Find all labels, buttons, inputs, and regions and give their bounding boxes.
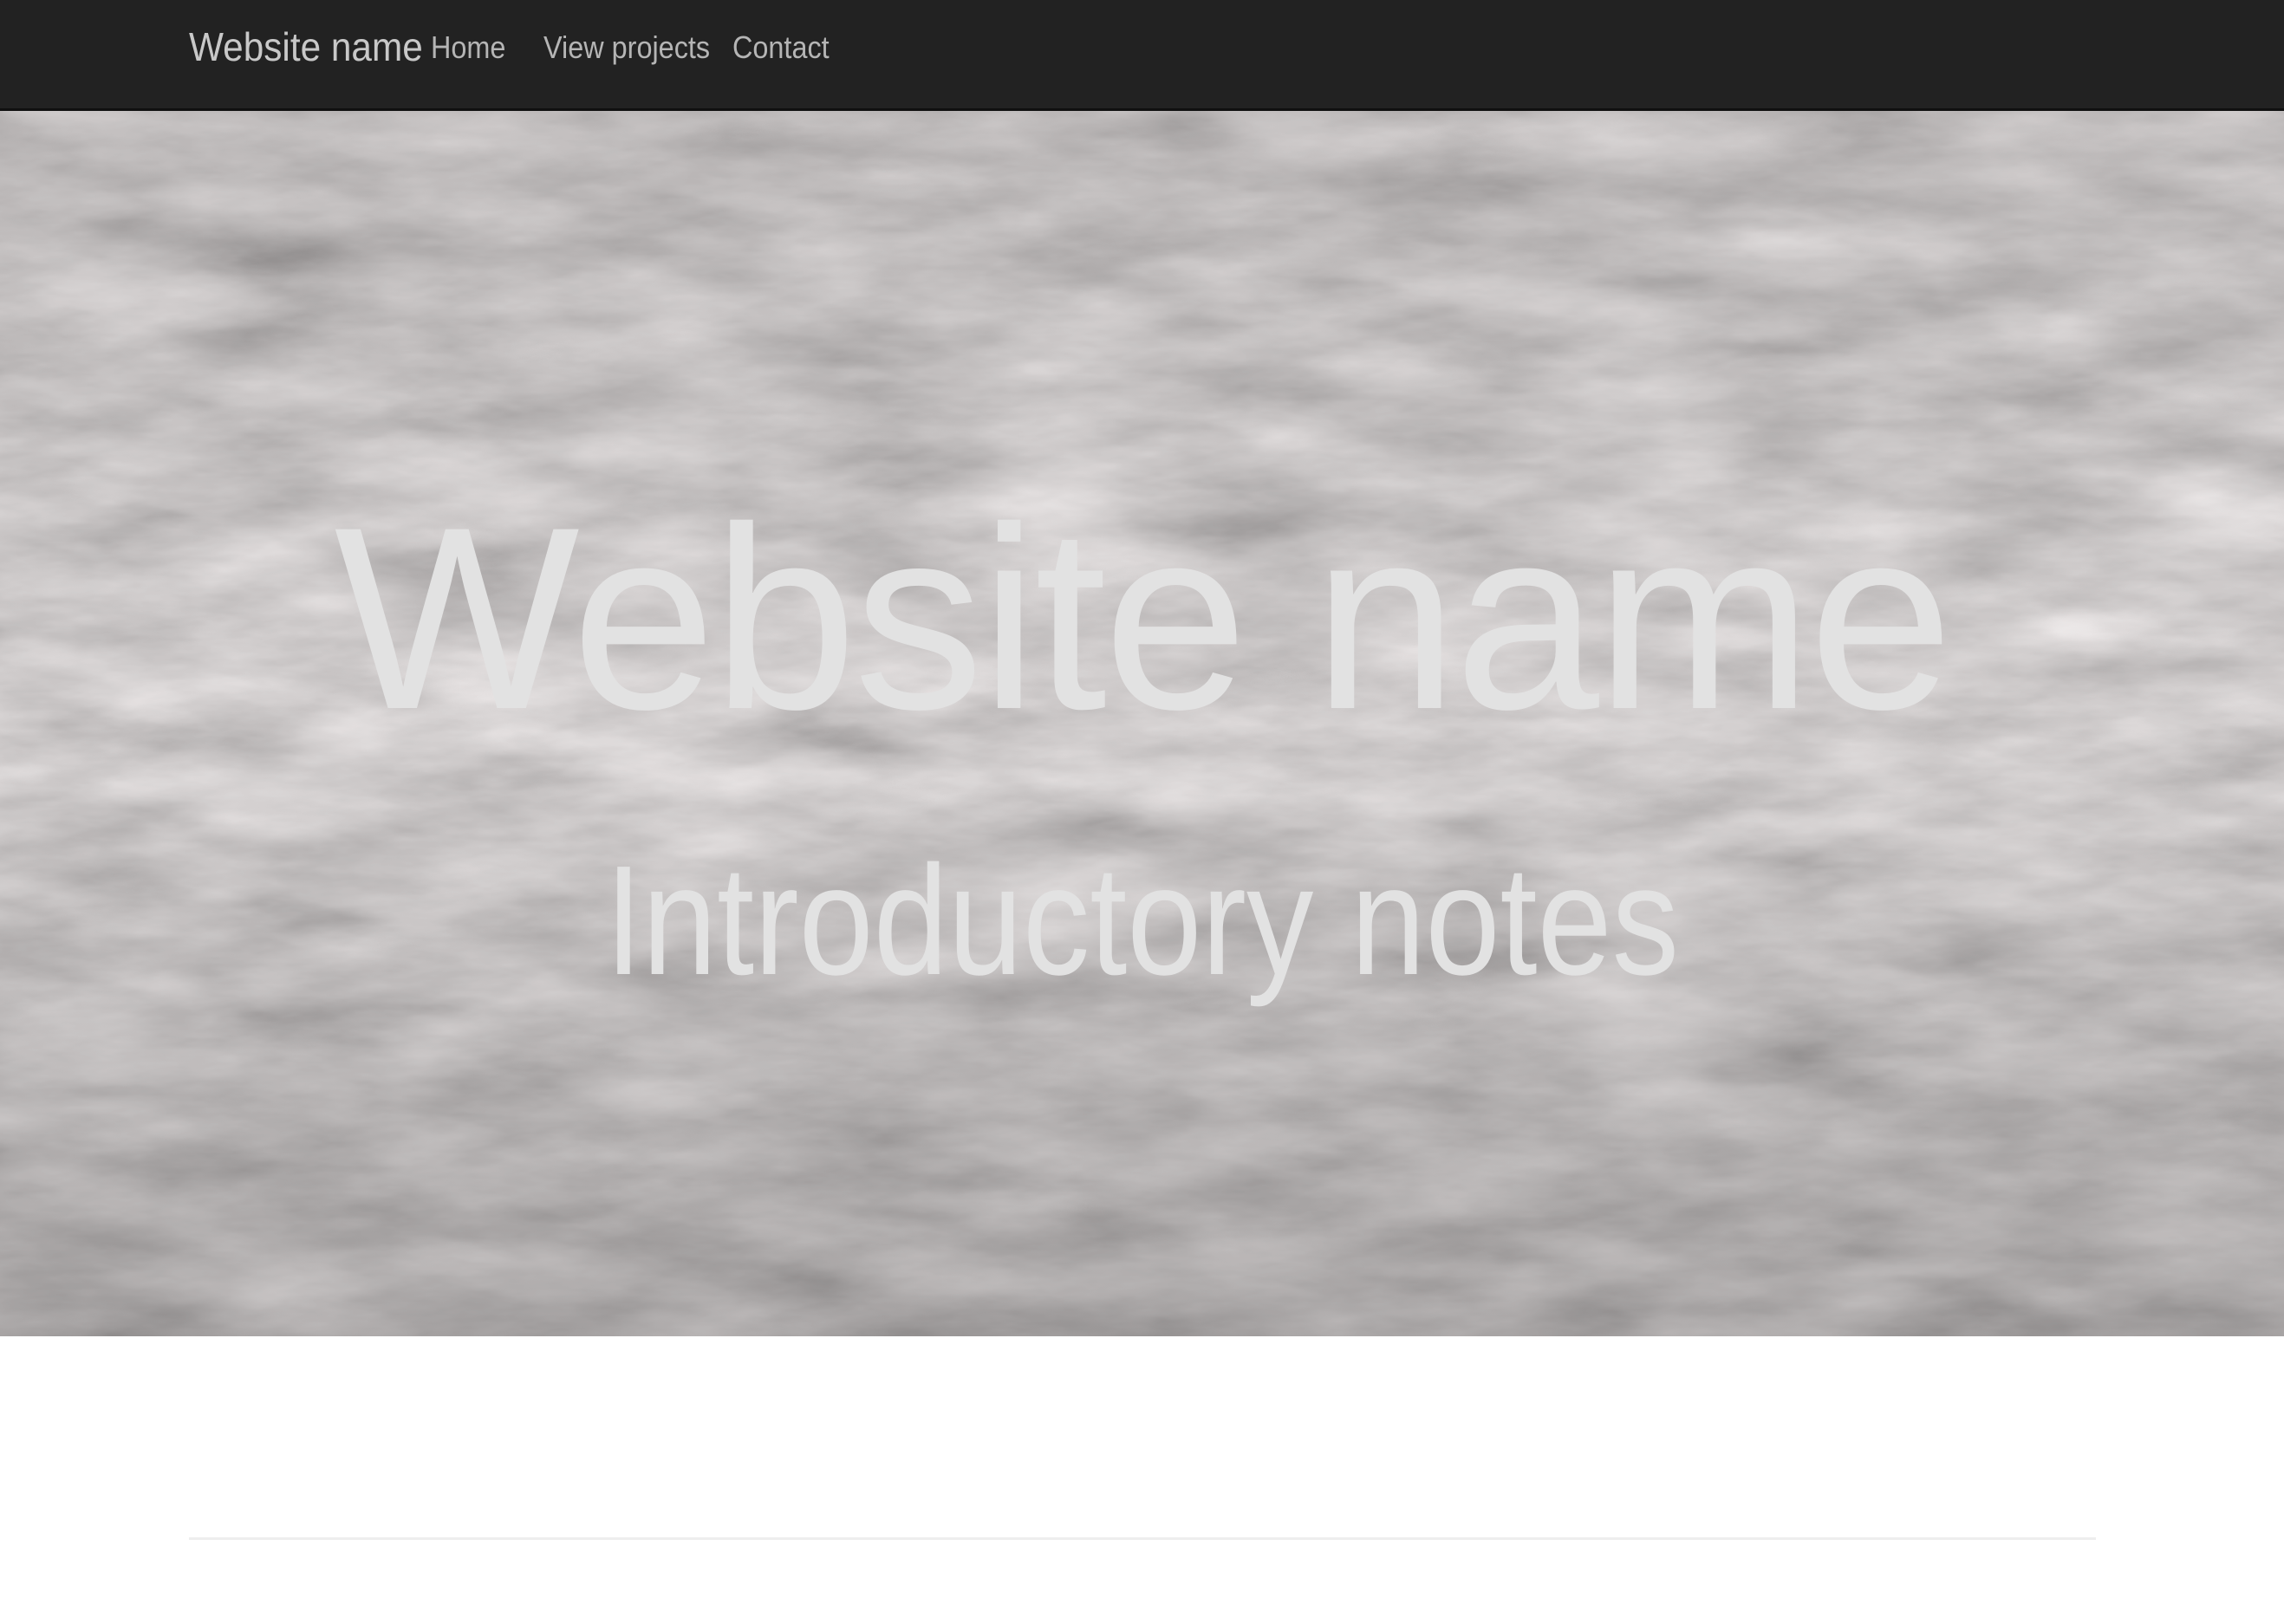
hero-banner: Website name Introductory notes xyxy=(0,111,2284,1336)
hero-title: Website name xyxy=(334,472,1953,763)
nav-link-contact[interactable]: Contact xyxy=(732,30,830,65)
navbar-brand-link[interactable]: Website name xyxy=(189,24,423,69)
top-navbar: Website name Home View projects Contact xyxy=(0,0,2284,111)
section-divider xyxy=(189,1537,2096,1540)
nav-link-home[interactable]: Home xyxy=(431,30,505,65)
hero-subtitle: Introductory notes xyxy=(604,834,1680,1008)
nav-link-view-projects[interactable]: View projects xyxy=(543,30,710,65)
